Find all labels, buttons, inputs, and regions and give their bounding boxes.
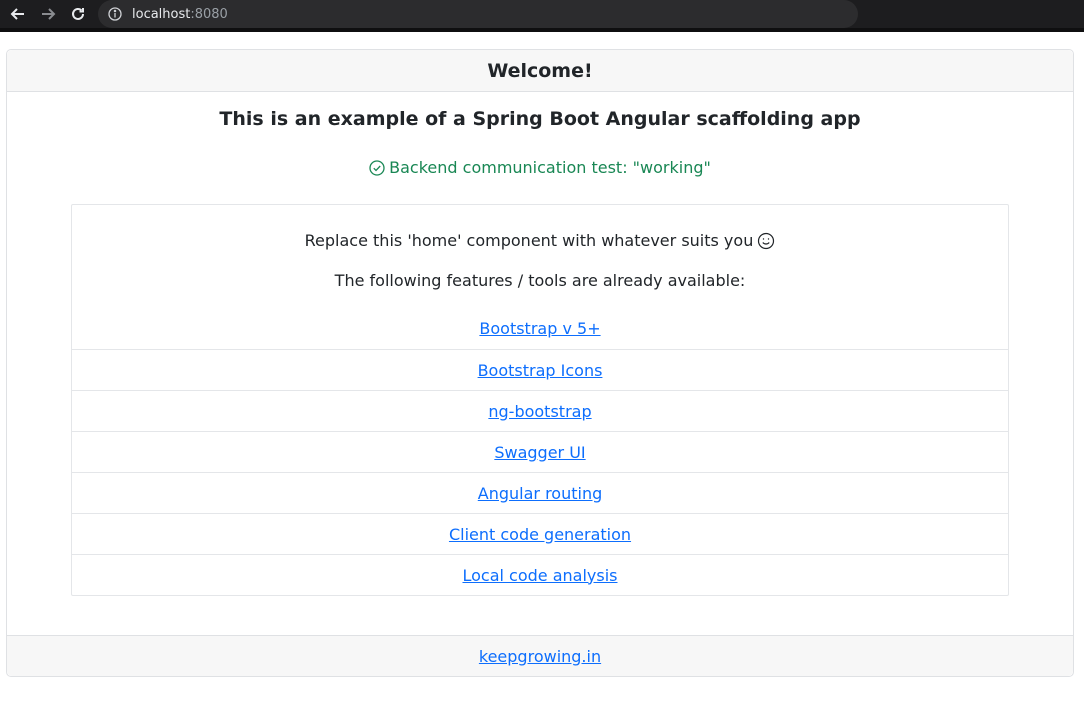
list-item: Angular routing <box>72 472 1008 513</box>
url-text: localhost:8080 <box>132 7 228 22</box>
features-intro: The following features / tools are alrea… <box>334 271 746 290</box>
link-local-code-analysis[interactable]: Local code analysis <box>462 566 617 585</box>
reload-icon[interactable] <box>66 2 90 26</box>
url-host: localhost <box>132 6 191 22</box>
list-item: Client code generation <box>72 513 1008 554</box>
toolbar-divider <box>0 28 1084 32</box>
check-circle-icon <box>369 159 385 176</box>
smile-emoji-icon <box>758 232 775 249</box>
backend-status: Backend communication test: "working" <box>7 158 1073 177</box>
back-arrow-icon[interactable] <box>6 2 30 26</box>
list-item: ng-bootstrap <box>72 390 1008 431</box>
address-bar[interactable]: localhost:8080 <box>98 0 858 28</box>
forward-arrow-icon[interactable] <box>36 2 60 26</box>
link-angular-routing[interactable]: Angular routing <box>478 484 602 503</box>
list-item: Local code analysis <box>72 554 1008 595</box>
link-client-code-generation[interactable]: Client code generation <box>449 525 631 544</box>
intro-line: Replace this 'home' component with whate… <box>72 231 1008 250</box>
link-ng-bootstrap[interactable]: ng-bootstrap <box>488 402 591 421</box>
list-item: Swagger UI <box>72 431 1008 472</box>
card-header: Welcome! <box>7 50 1073 92</box>
card-footer: keepgrowing.in <box>7 635 1073 676</box>
link-swagger-ui[interactable]: Swagger UI <box>494 443 585 462</box>
link-bootstrap-icons[interactable]: Bootstrap Icons <box>478 361 603 380</box>
info-icon[interactable] <box>108 7 122 21</box>
list-item: Bootstrap Icons <box>72 349 1008 390</box>
features-box: Replace this 'home' component with whate… <box>71 204 1009 596</box>
list-item: Bootstrap v 5+ <box>72 308 1008 349</box>
link-bootstrap[interactable]: Bootstrap v 5+ <box>479 319 600 338</box>
browser-toolbar: localhost:8080 <box>0 0 1084 28</box>
intro-text: Replace this 'home' component with whate… <box>304 231 754 250</box>
welcome-card: Welcome! This is an example of a Spring … <box>6 49 1074 677</box>
url-port: :8080 <box>190 6 228 22</box>
page-title: This is an example of a Spring Boot Angu… <box>219 108 861 130</box>
card-body: This is an example of a Spring Boot Angu… <box>7 92 1073 636</box>
footer-link[interactable]: keepgrowing.in <box>479 647 601 666</box>
features-link-list: Bootstrap v 5+ Bootstrap Icons ng-bootst… <box>72 308 1008 595</box>
card-header-title: Welcome! <box>487 59 593 82</box>
backend-status-text: Backend communication test: "working" <box>389 158 711 177</box>
